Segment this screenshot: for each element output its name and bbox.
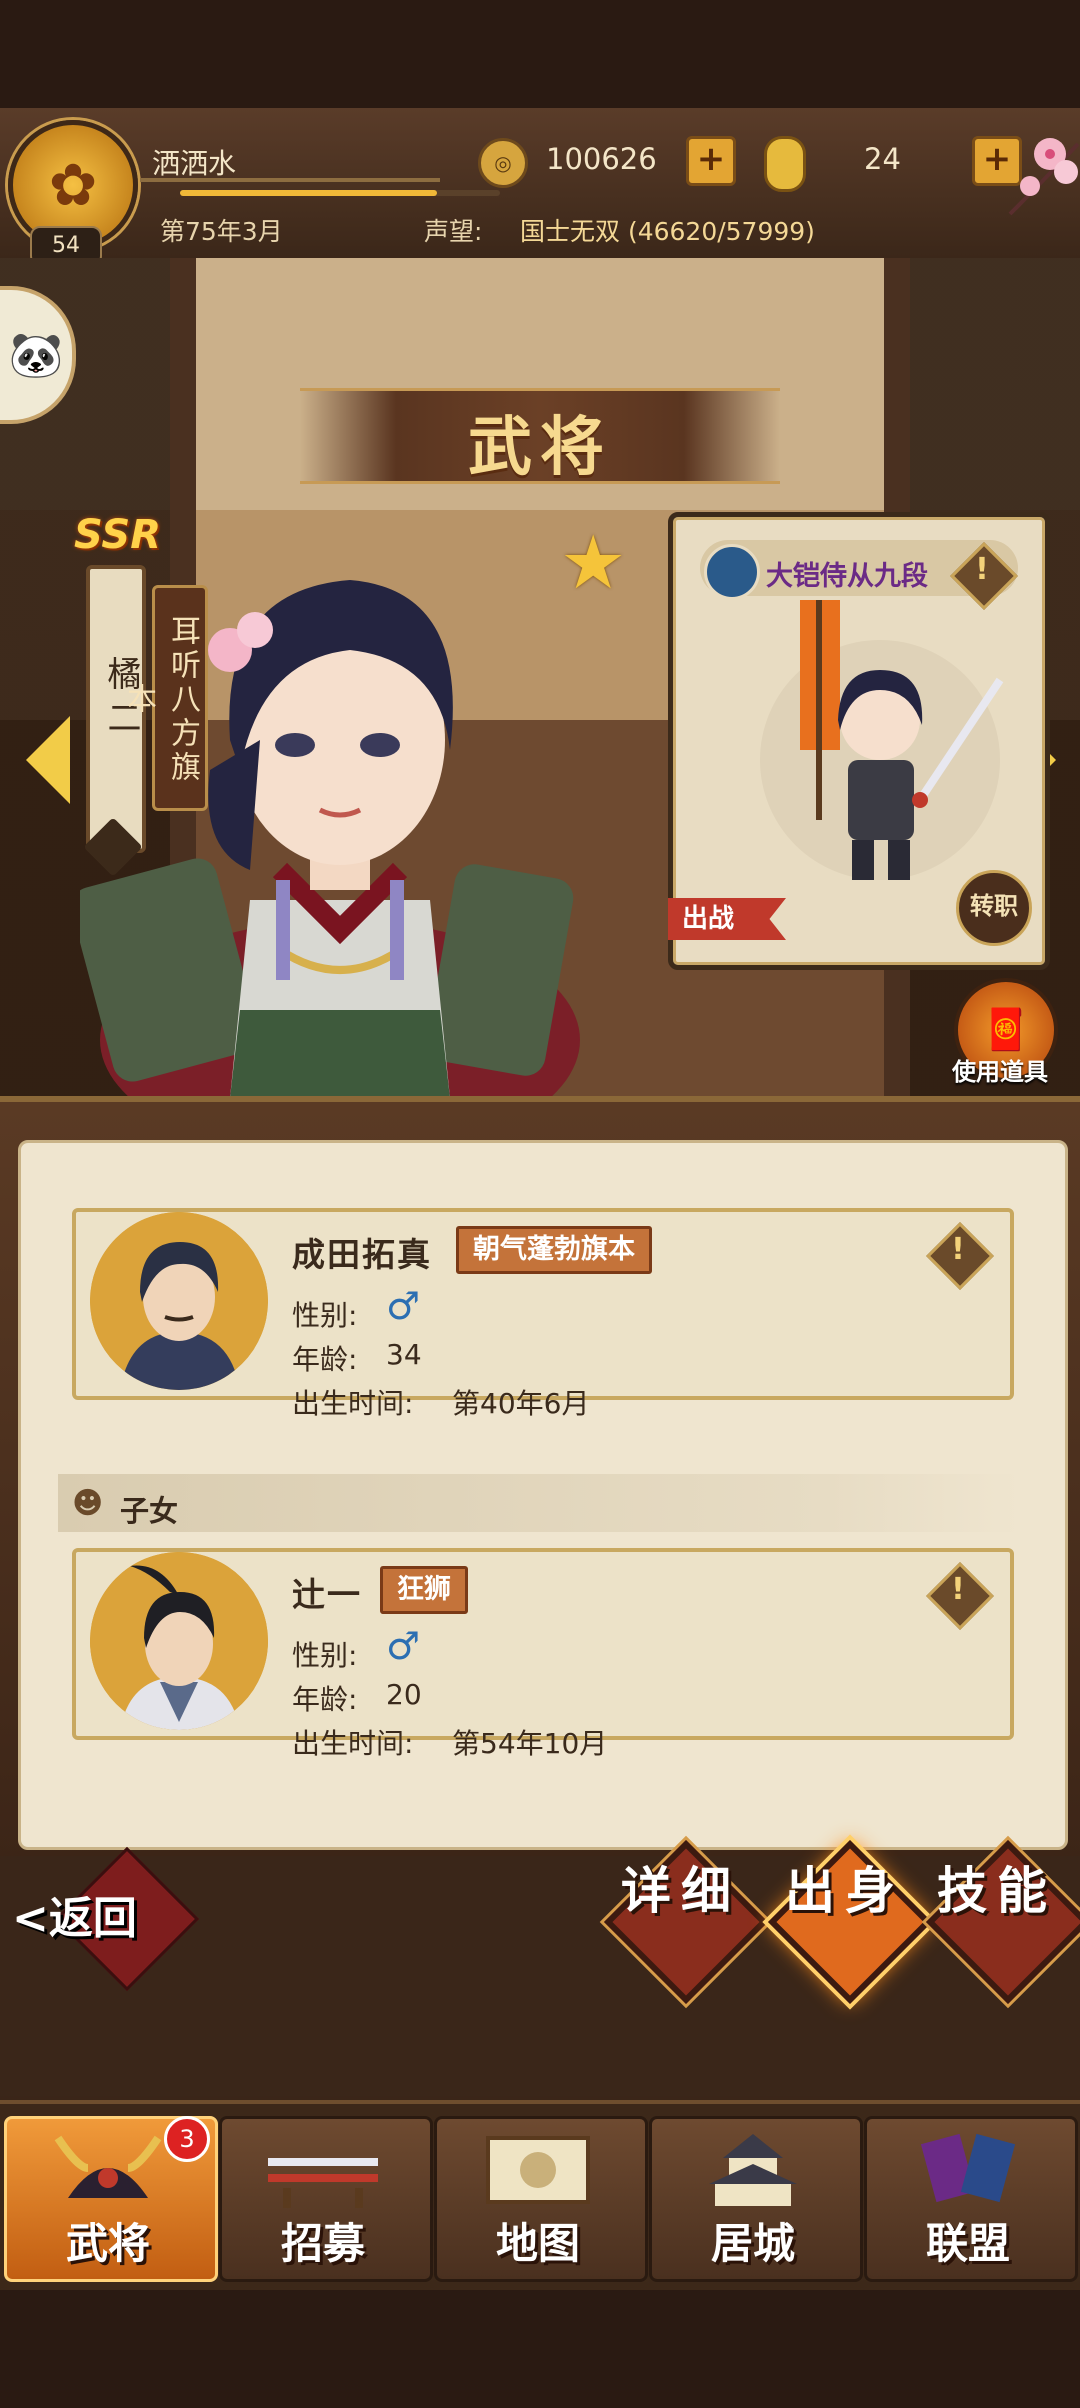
scroll-map-icon (486, 2136, 590, 2204)
detail-tab[interactable]: 详细 (596, 1864, 766, 1918)
skills-tab[interactable]: 技能 (912, 1864, 1080, 1918)
sortie-tag: 出战 (668, 898, 786, 940)
spouse-gender-label: 性别: (292, 1299, 358, 1332)
back-button[interactable]: <返回 (12, 1882, 137, 1946)
fame-progress-bar (180, 190, 500, 196)
use-item-label: 使用道具 (952, 1058, 1048, 1086)
general-portrait (80, 580, 580, 1098)
chibi-soldier-figure (760, 600, 1004, 880)
system-status-bar (0, 0, 1080, 110)
koban-amount: 24 (864, 142, 901, 176)
spouse-info-glyph: ! (951, 1232, 965, 1267)
page-title: 武将 (468, 411, 612, 485)
child-gender-label: 性别: (292, 1639, 358, 1672)
alliance-banner-icon (920, 2133, 1016, 2203)
spouse-birth: 第40年6月 (452, 1387, 590, 1420)
male-icon: ♂ (386, 1624, 421, 1668)
game-date: 第75年3月 (160, 217, 283, 246)
child-age-label: 年龄: (292, 1683, 358, 1716)
class-crest-icon (704, 544, 760, 600)
child-icon: ☻ (72, 1486, 104, 1521)
system-navigation-bar (0, 2290, 1080, 2408)
spouse-avatar (90, 1212, 268, 1390)
spouse-name: 成田拓真 (292, 1235, 432, 1274)
spouse-age: 34 (386, 1338, 422, 1371)
player-name: 洒洒水 (152, 147, 237, 180)
castle-icon (709, 2134, 797, 2206)
previous-general-arrow[interactable] (26, 716, 70, 804)
add-coins-button[interactable]: + (686, 136, 736, 186)
notification-badge: 3 (164, 2116, 210, 2162)
nav-alliance-label: 联盟 (925, 2219, 1010, 2268)
class-info-glyph: ! (975, 552, 989, 587)
coin-icon: ◎ (478, 138, 528, 188)
child-age: 20 (386, 1678, 422, 1711)
change-job-button[interactable]: 转职 (956, 870, 1032, 946)
koban-icon (764, 136, 806, 192)
child-info-glyph: ! (951, 1572, 965, 1607)
child-trait-tag: 狂狮 (380, 1566, 468, 1614)
nav-recruit-label: 招募 (280, 2219, 365, 2268)
spouse-birth-label: 出生时间: (292, 1387, 414, 1420)
spouse-trait-tag: 朝气蓬勃旗本 (456, 1226, 652, 1274)
child-avatar (90, 1552, 268, 1730)
star-rating-icon: ★ (560, 520, 627, 606)
class-name: 大铠侍从九段 (766, 561, 928, 592)
male-icon: ♂ (386, 1284, 421, 1328)
child-birth-label: 出生时间: (292, 1727, 414, 1760)
children-section-title: 子女 (120, 1494, 179, 1528)
samurai-helmet-icon (54, 2135, 162, 2198)
child-birth: 第54年10月 (452, 1727, 608, 1760)
nav-map-label: 地图 (495, 2219, 580, 2268)
child-name: 辻一 (292, 1575, 362, 1614)
cherry-blossom-decoration (1008, 138, 1080, 216)
coin-amount: 100626 (546, 142, 657, 176)
rarity-badge: SSR (74, 512, 161, 558)
nav-generals-label: 武将 (65, 2219, 150, 2268)
spouse-age-label: 年龄: (292, 1343, 358, 1376)
origin-tab[interactable]: 出身 (760, 1864, 930, 1918)
fame-progress-fill (180, 190, 438, 196)
divider (140, 178, 440, 182)
fame-value: 国士无双 (46620/57999) (520, 217, 815, 246)
katana-rack-icon (268, 2158, 378, 2208)
children-section-header (58, 1474, 1020, 1532)
nav-castle-label: 居城 (710, 2219, 795, 2268)
fame-label: 声望: (424, 217, 483, 246)
